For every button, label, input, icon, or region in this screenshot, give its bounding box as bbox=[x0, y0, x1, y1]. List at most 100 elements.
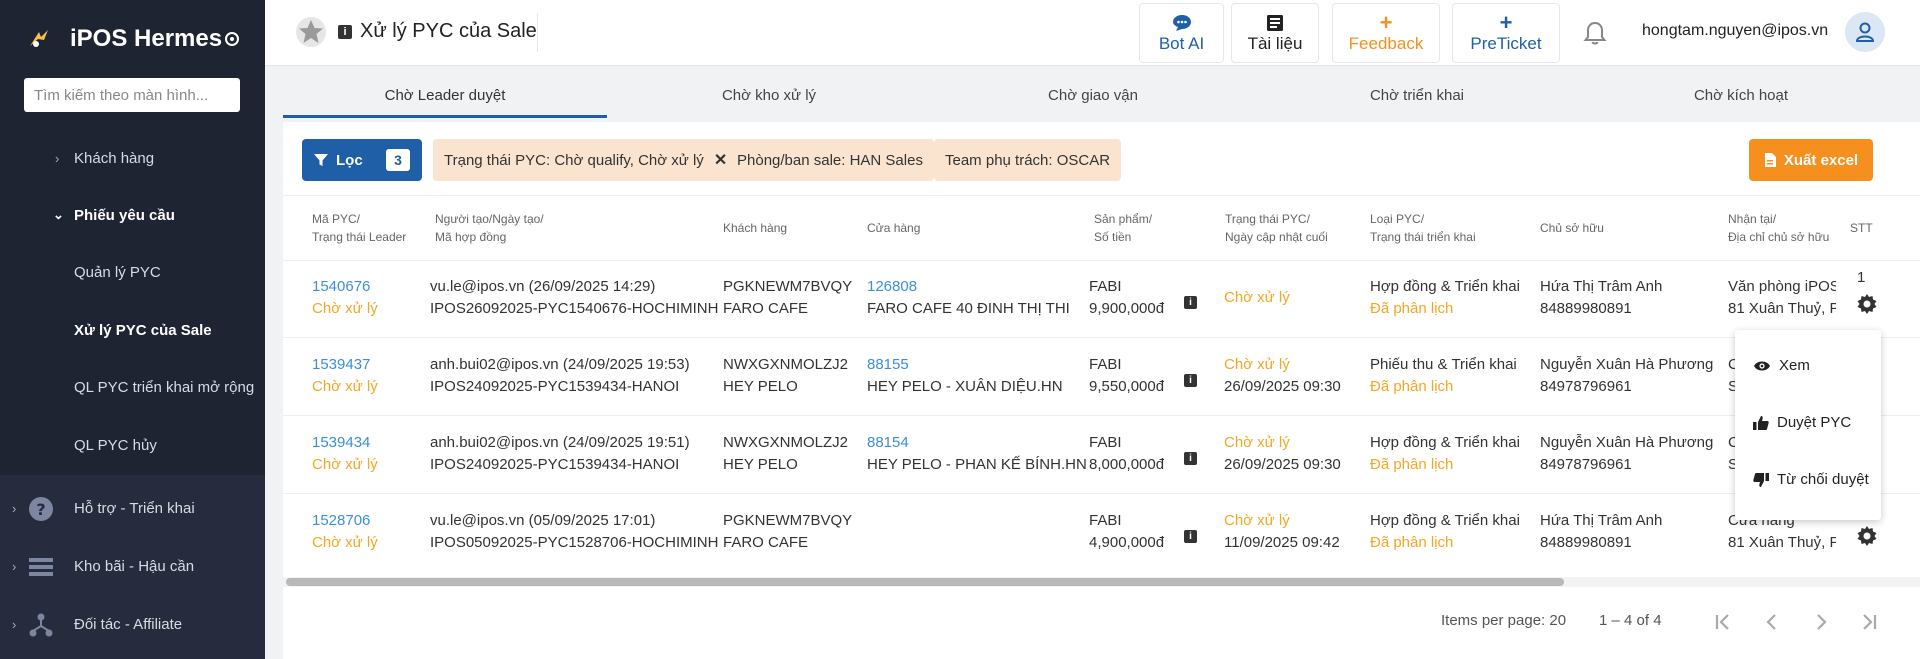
chevron-right-icon: › bbox=[55, 150, 60, 166]
gear-icon[interactable] bbox=[1857, 526, 1877, 546]
store-id-link[interactable]: 88154 bbox=[867, 432, 1087, 454]
customer-code: PGKNEWM7BVQY bbox=[723, 278, 853, 295]
header-loai-pyc[interactable]: Loại PYC/Trạng thái triển khai bbox=[1370, 210, 1476, 246]
store-name: HEY PELO - PHAN KẾ BÍNH.HN bbox=[867, 456, 1087, 473]
sidebar-item-kho-bai[interactable]: › Kho bãi - Hậu cần bbox=[0, 549, 265, 585]
tab-cho-leader-duyet[interactable]: Chờ Leader duyệt bbox=[283, 78, 607, 118]
sidebar-item-xu-ly-pyc-sale[interactable]: Xử lý PYC của Sale bbox=[0, 320, 265, 340]
info-icon[interactable]: i bbox=[1184, 296, 1197, 309]
header-nguoi-tao[interactable]: Người tạo/Ngày tạo/Mã hợp đồng bbox=[435, 210, 544, 246]
last-page-icon[interactable] bbox=[1857, 610, 1881, 634]
page-title-text: Xử lý PYC của Sale bbox=[360, 20, 537, 42]
horizontal-scrollbar[interactable] bbox=[283, 577, 1920, 587]
bell-icon[interactable] bbox=[1583, 20, 1607, 46]
header-stt[interactable]: STT bbox=[1850, 219, 1873, 237]
gear-icon[interactable] bbox=[1857, 294, 1877, 314]
info-icon[interactable]: i bbox=[1184, 452, 1197, 465]
owner-phone: 84889980891 bbox=[1540, 300, 1632, 317]
amount: 9,550,000đ bbox=[1089, 378, 1165, 395]
sidebar-search-input[interactable] bbox=[24, 78, 240, 112]
chevron-right-icon: › bbox=[12, 559, 17, 574]
preticket-button[interactable]: + PreTicket bbox=[1452, 3, 1560, 63]
filter-count-badge: 3 bbox=[386, 149, 410, 171]
table-row[interactable]: 1539434 Chờ xử lý anh.bui02@ipos.vn (24/0… bbox=[283, 417, 1920, 494]
store-name: FARO CAFE 40 ĐINH THỊ THI bbox=[867, 300, 1070, 317]
pyc-type: Hợp đồng & Triển khai bbox=[1370, 512, 1520, 529]
status-tabs: Chờ Leader duyệt Chờ kho xử lý Chờ giao … bbox=[283, 78, 1920, 118]
header-chu-so-huu[interactable]: Chủ sở hữu bbox=[1540, 219, 1604, 237]
info-icon[interactable]: i bbox=[1184, 374, 1197, 387]
sidebar-item-quan-ly-pyc[interactable]: Quản lý PYC bbox=[0, 262, 265, 282]
table-row[interactable]: 1540676 Chờ xử lý vu.le@ipos.vn (26/09/20… bbox=[283, 261, 1920, 338]
header-trang-thai-pyc[interactable]: Trạng thái PYC/Ngày cập nhật cuối bbox=[1225, 210, 1328, 246]
filter-button[interactable]: Lọc 3 bbox=[302, 139, 422, 181]
filter-chip-department[interactable]: Phòng/ban sale: HAN Sales bbox=[726, 139, 934, 181]
sidebar-item-ql-pyc-huy[interactable]: QL PYC hủy bbox=[0, 435, 265, 455]
sidebar-item-ql-pyc-trien-khai[interactable]: QL PYC triển khai mở rộng bbox=[0, 377, 265, 397]
tab-cho-kich-hoat[interactable]: Chờ kích hoạt bbox=[1579, 78, 1903, 118]
tab-cho-trien-khai[interactable]: Chờ triển khai bbox=[1255, 78, 1579, 118]
customer-name: HEY PELO bbox=[723, 456, 798, 473]
creator: anh.bui02@ipos.vn (24/09/2025 19:51) bbox=[430, 434, 690, 451]
header-ma-pyc[interactable]: Mã PYC/Trạng thái Leader bbox=[312, 210, 406, 246]
tab-cho-kho-xu-ly[interactable]: Chờ kho xử lý bbox=[607, 78, 931, 118]
filter-chip-status[interactable]: Trạng thái PYC: Chờ qualify, Chờ xử lý ✕ bbox=[433, 139, 739, 181]
bot-ai-button[interactable]: Bot AI bbox=[1139, 3, 1224, 63]
header-cua-hang[interactable]: Cửa hàng bbox=[867, 219, 920, 237]
table-row[interactable]: 1539437 Chờ xử lý anh.bui02@ipos.vn (24/0… bbox=[283, 339, 1920, 416]
tab-cho-giao-van[interactable]: Chờ giao vận bbox=[931, 78, 1255, 118]
customer-name: HEY PELO bbox=[723, 378, 798, 395]
sidebar-sections: › ? Hỗ trợ - Triển khai › Kho bãi - Hậu … bbox=[0, 475, 265, 659]
sidebar-item-khach-hang[interactable]: › Khách hàng bbox=[0, 148, 265, 168]
avatar[interactable] bbox=[1845, 12, 1885, 52]
info-icon[interactable]: i bbox=[1184, 530, 1197, 543]
menu-item-reject[interactable]: Từ chối duyệt bbox=[1753, 471, 1869, 488]
button-label: PreTicket bbox=[1470, 34, 1542, 53]
star-badge-icon bbox=[296, 17, 326, 47]
feedback-button[interactable]: + Feedback bbox=[1332, 3, 1440, 63]
radio-toggle-icon[interactable] bbox=[225, 32, 239, 46]
hermes-logo-icon bbox=[30, 30, 48, 47]
sidebar-item-phieu-yeu-cau[interactable]: ⌄ Phiếu yêu cầu bbox=[0, 205, 265, 225]
header-san-pham[interactable]: Sản phẩm/Số tiền bbox=[1094, 210, 1152, 246]
scrollbar-thumb[interactable] bbox=[286, 578, 1564, 586]
sidebar-item-doi-tac[interactable]: › Đối tác - Affiliate bbox=[0, 607, 265, 643]
leader-status: Chờ xử lý bbox=[312, 534, 378, 551]
table-row[interactable]: 1528706 Chờ xử lý vu.le@ipos.vn (05/09/20… bbox=[283, 495, 1920, 572]
first-page-icon[interactable] bbox=[1711, 610, 1735, 634]
header-khach-hang[interactable]: Khách hàng bbox=[723, 219, 787, 237]
sidebar-item-label: Phiếu yêu cầu bbox=[74, 206, 175, 224]
items-per-page-select[interactable]: 20 bbox=[1549, 612, 1566, 629]
customer-code: NWXGXNMOLZJ2 bbox=[723, 356, 849, 373]
menu-item-view[interactable]: Xem bbox=[1753, 357, 1810, 374]
docs-button[interactable]: Tài liệu bbox=[1231, 3, 1319, 63]
header-nhan-tai[interactable]: Nhận tại/Địa chỉ chủ sở hữu bbox=[1728, 210, 1829, 246]
info-icon[interactable]: i bbox=[338, 24, 352, 39]
store-id-link[interactable]: 126808 bbox=[867, 276, 1070, 298]
user-email[interactable]: hongtam.nguyen@ipos.vn bbox=[1642, 22, 1828, 40]
sidebar-item-ho-tro[interactable]: › ? Hỗ trợ - Triển khai bbox=[0, 491, 265, 527]
store-id-link[interactable]: 88155 bbox=[867, 354, 1063, 376]
question-circle-icon: ? bbox=[29, 497, 53, 521]
pyc-id-link[interactable]: 1539437 bbox=[312, 354, 378, 376]
prev-page-icon[interactable] bbox=[1760, 610, 1784, 634]
customer-code: NWXGXNMOLZJ2 bbox=[723, 434, 849, 451]
customer-name: FARO CAFE bbox=[723, 534, 809, 551]
menu-item-approve[interactable]: Duyệt PYC bbox=[1753, 414, 1851, 431]
main-card: Lọc 3 Trạng thái PYC: Chờ qualify, Chờ x… bbox=[283, 122, 1920, 659]
pyc-status: Chờ xử lý bbox=[1224, 512, 1290, 529]
chevron-down-icon: ⌄ bbox=[53, 207, 64, 222]
export-excel-button[interactable]: Xuất excel bbox=[1749, 139, 1873, 181]
pyc-id-link[interactable]: 1528706 bbox=[312, 510, 378, 532]
chip-label: Phòng/ban sale: HAN Sales bbox=[737, 151, 923, 169]
pyc-id-link[interactable]: 1539434 bbox=[312, 432, 378, 454]
brand: iPOS Hermes bbox=[0, 0, 265, 78]
sidebar-item-label: Khách hàng bbox=[74, 149, 155, 167]
deploy-status: Đã phân lịch bbox=[1370, 378, 1454, 395]
table-header: Mã PYC/Trạng thái Leader Người tạo/Ngày … bbox=[283, 195, 1920, 261]
pyc-id-link[interactable]: 1540676 bbox=[312, 276, 378, 298]
filter-chip-team[interactable]: Team phụ trách: OSCAR bbox=[934, 139, 1122, 181]
next-page-icon[interactable] bbox=[1809, 610, 1833, 634]
owner-phone: 84889980891 bbox=[1540, 534, 1632, 551]
owner-phone: 84978796961 bbox=[1540, 456, 1632, 473]
